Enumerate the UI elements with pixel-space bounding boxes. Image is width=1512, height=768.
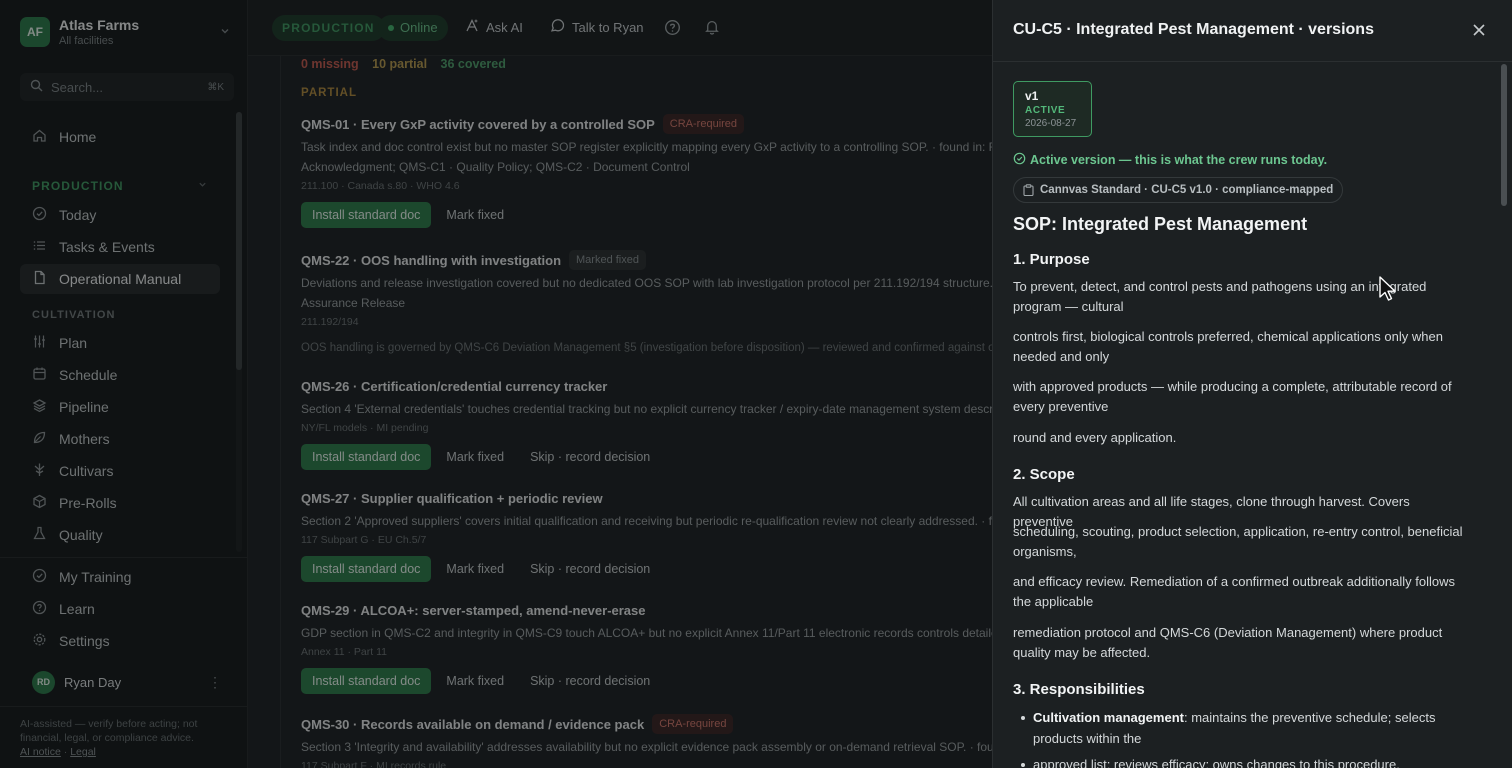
purpose-paragraph-2: controls first, biological controls pref…: [1013, 329, 1443, 364]
responsibility-item: approved list; reviews efficacy; owns ch…: [1021, 754, 1469, 768]
heading-purpose: 1. Purpose: [1013, 251, 1090, 268]
clipboard-icon: [1023, 184, 1034, 196]
responsibility-item: Cultivation management: maintains the pr…: [1021, 707, 1469, 749]
scope-paragraph-3: and efficacy review. Remediation of a co…: [1013, 574, 1455, 609]
version-card-v1[interactable]: v1 ACTIVE 2026-08-27: [1013, 81, 1092, 137]
version-status: ACTIVE: [1025, 105, 1066, 116]
versions-drawer: CU-C5 · Integrated Pest Management · ver…: [992, 0, 1512, 768]
heading-scope: 2. Scope: [1013, 466, 1075, 483]
version-number: v1: [1025, 89, 1039, 103]
close-icon[interactable]: [1469, 20, 1489, 40]
heading-responsibilities: 3. Responsibilities: [1013, 681, 1145, 698]
check-circle-icon: [1013, 152, 1030, 168]
sop-title: SOP: Integrated Pest Management: [1013, 214, 1308, 234]
drawer-header: CU-C5 · Integrated Pest Management · ver…: [993, 0, 1512, 62]
scope-paragraph-2: scheduling, scouting, product selection,…: [1013, 524, 1463, 559]
active-version-note: Active version — this is what the crew r…: [1013, 152, 1327, 168]
responsibility-role: Cultivation management: [1033, 710, 1184, 725]
source-chip: Cannvas Standard · CU-C5 v1.0 · complian…: [1013, 177, 1344, 203]
purpose-paragraph-3: with approved products — while producing…: [1013, 379, 1452, 414]
scope-paragraph-4: remediation protocol and QMS-C6 (Deviati…: [1013, 625, 1443, 660]
drawer-title: CU-C5 · Integrated Pest Management · ver…: [1013, 21, 1374, 38]
drawer-scrollbar-thumb[interactable]: [1501, 64, 1507, 206]
drawer-scrollbar[interactable]: [1499, 62, 1509, 768]
source-chip-label: Cannvas Standard · CU-C5 v1.0 · complian…: [1040, 184, 1334, 196]
purpose-paragraph-1: To prevent, detect, and control pests an…: [1013, 279, 1427, 314]
modal-backdrop[interactable]: [0, 0, 992, 768]
version-date: 2026-08-27: [1025, 118, 1077, 129]
purpose-paragraph-4: round and every application.: [1013, 430, 1177, 445]
responsibility-text: approved list; reviews efficacy; owns ch…: [1033, 757, 1400, 768]
mouse-cursor-icon: [1378, 276, 1398, 305]
active-version-text: Active version — this is what the crew r…: [1030, 153, 1328, 167]
